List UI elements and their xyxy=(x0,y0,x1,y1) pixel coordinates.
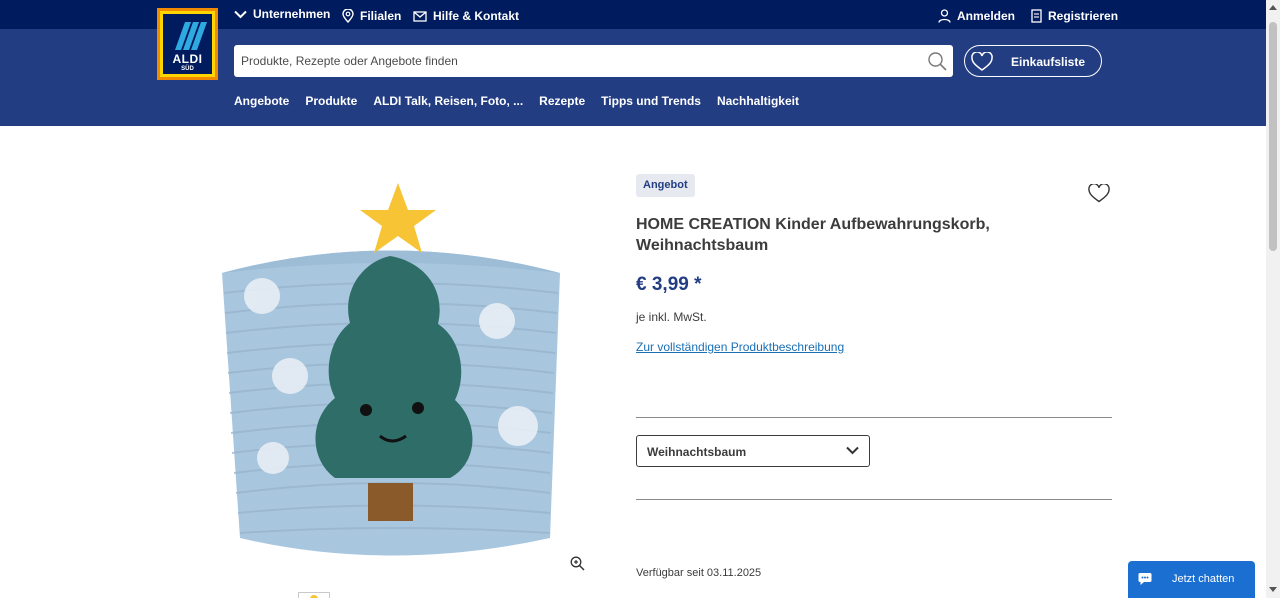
search-input[interactable] xyxy=(234,45,914,77)
envelope-icon xyxy=(413,10,427,22)
heart-icon xyxy=(971,52,993,71)
availability-date: Verfügbar seit 03.11.2025 xyxy=(636,567,762,579)
help-label: Hilfe & Kontakt xyxy=(433,9,520,23)
vat-note: je inkl. MwSt. xyxy=(636,310,707,324)
user-icon xyxy=(938,9,951,23)
chat-bubble-icon xyxy=(1138,573,1152,585)
scroll-thumb[interactable] xyxy=(1269,22,1277,251)
login-link[interactable]: Anmelden xyxy=(938,9,1015,23)
company-menu[interactable]: Unternehmen xyxy=(234,7,330,21)
chevron-down-icon xyxy=(846,446,859,455)
nav-item-services[interactable]: ALDI Talk, Reisen, Foto, ... xyxy=(373,94,523,108)
register-link[interactable]: Registrieren xyxy=(1031,9,1118,23)
product-description-link[interactable]: Zur vollständigen Produktbeschreibung xyxy=(636,340,844,354)
map-pin-icon xyxy=(342,9,354,23)
search-icon[interactable] xyxy=(927,51,947,71)
help-contact-link[interactable]: Hilfe & Kontakt xyxy=(413,9,519,23)
logo-region: SÜD xyxy=(181,66,194,72)
stores-label: Filialen xyxy=(360,9,402,23)
nav-item-products[interactable]: Produkte xyxy=(305,94,357,108)
nav-item-offers[interactable]: Angebote xyxy=(234,94,289,108)
logo-stripes-icon xyxy=(175,22,207,50)
clipboard-icon xyxy=(1031,9,1042,23)
logo-brand: ALDI xyxy=(172,52,203,66)
chat-label: Jetzt chatten xyxy=(1172,573,1235,585)
shopping-list-label: Einkaufsliste xyxy=(1011,55,1086,69)
product-thumbnail[interactable] xyxy=(298,592,330,598)
nav-item-recipes[interactable]: Rezepte xyxy=(539,94,585,108)
product-title: HOME CREATION Kinder Aufbewahrungskorb, … xyxy=(636,216,990,254)
main-navigation: Angebote Produkte ALDI Talk, Reisen, Fot… xyxy=(234,94,799,108)
divider xyxy=(636,499,1112,500)
divider xyxy=(636,417,1112,418)
login-label: Anmelden xyxy=(957,9,1016,23)
company-label: Unternehmen xyxy=(253,7,331,21)
product-price: € 3,99 * xyxy=(636,274,702,295)
variant-select[interactable]: Weihnachtsbaum xyxy=(636,435,870,467)
offer-badge: Angebot xyxy=(636,174,695,197)
scrollbar[interactable] xyxy=(1266,0,1280,598)
aldi-logo[interactable]: ALDI SÜD xyxy=(157,8,218,80)
nav-item-sustainability[interactable]: Nachhaltigkeit xyxy=(717,94,799,108)
chevron-down-icon xyxy=(234,10,247,18)
heart-icon[interactable] xyxy=(1088,184,1110,203)
product-image[interactable] xyxy=(210,178,570,578)
variant-selected-value: Weihnachtsbaum xyxy=(647,445,747,459)
search-bar xyxy=(234,45,953,77)
scroll-down-icon[interactable] xyxy=(1269,587,1277,592)
stores-link[interactable]: Filialen xyxy=(342,9,401,23)
chat-button[interactable]: Jetzt chatten xyxy=(1128,561,1255,598)
scroll-up-icon[interactable] xyxy=(1269,5,1277,10)
register-label: Registrieren xyxy=(1048,9,1119,23)
zoom-in-icon[interactable] xyxy=(570,556,585,571)
nav-item-tips[interactable]: Tipps und Trends xyxy=(601,94,701,108)
shopping-list-button[interactable]: Einkaufsliste xyxy=(964,45,1102,77)
